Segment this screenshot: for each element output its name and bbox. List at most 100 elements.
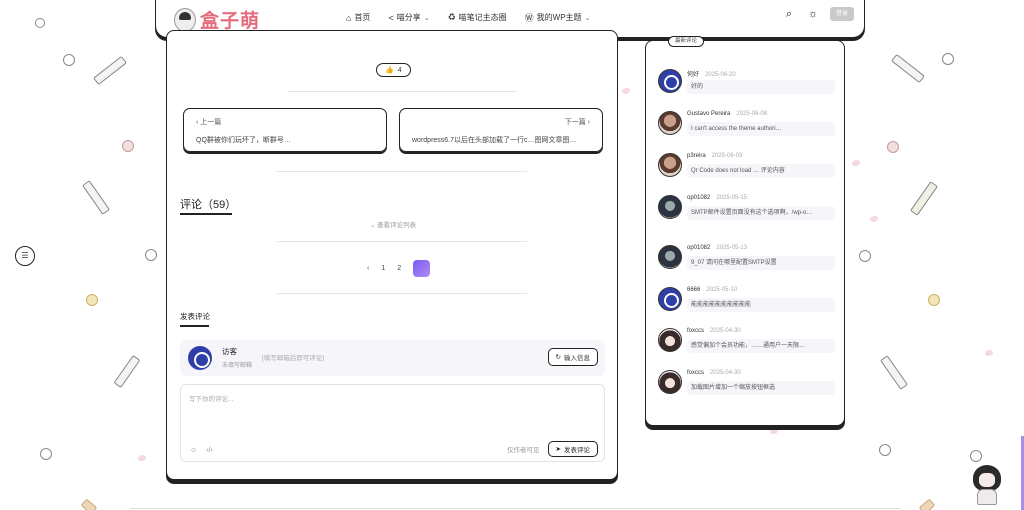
theme-toggle-icon[interactable]: ☼ (806, 7, 820, 21)
submit-comment-button[interactable]: ➤ 发表评论 (547, 441, 598, 457)
decor-circle (122, 140, 134, 152)
comment-text: SMTP邮件设置页面没有这个选项啊，/wp-o… (687, 206, 835, 220)
chevron-down-icon: ⌄ (423, 14, 430, 22)
code-icon[interactable]: ‹/› (206, 447, 213, 454)
comment-author: foxccs (687, 328, 705, 334)
next-post-link[interactable]: 下一篇 › wordpress6.7以后在头部加载了一行c…图网文章图… (399, 108, 603, 152)
comment-author: op01082 (687, 195, 711, 201)
decor-circle (859, 250, 871, 262)
mascot-face (979, 473, 995, 487)
decor-petal (138, 455, 146, 461)
nav-label: 喵笔记主态圈 (458, 13, 507, 22)
recent-comment[interactable]: p3reira 2025-06-03 Qr Code does not load … (658, 153, 838, 189)
comment-date: 2025-05-15 (716, 195, 748, 201)
pagination: ‹ 1 2 (367, 260, 431, 277)
decor-petal (622, 88, 630, 94)
nav-item-notes[interactable]: ♻ 喵笔记主态圈 (448, 11, 507, 24)
nav-label: 首页 (354, 13, 371, 22)
decor-circle (86, 294, 98, 306)
mascot-body (977, 489, 997, 505)
thumbs-up-icon: 👍 (385, 67, 394, 74)
decor-circle (942, 53, 954, 65)
article-card: 👍 4 ‹ 上一篇 QQ群被你们玩坏了，断群号… 下一篇 › wordpress… (166, 30, 618, 480)
fill-info-label: 输入信息 (564, 355, 590, 362)
chevron-right-icon: › (585, 119, 590, 126)
comment-text: 感觉偏加个会员功能，……通用户一天限… (687, 339, 835, 353)
decor-bar (909, 181, 939, 216)
chevron-down-icon: ⌄ (584, 14, 591, 22)
mascot-logo-icon (174, 7, 196, 32)
like-button[interactable]: 👍 4 (376, 63, 411, 77)
recent-comment[interactable]: op01082 2025-05-13 9_07 请问在哪里配置SMTP设置 (658, 245, 838, 281)
recent-comment[interactable]: 何好 2025-06-20 好的 (658, 69, 838, 105)
nav-item-wp-themes[interactable]: Ⓦ 我的WP主题 ⌄ (525, 11, 591, 24)
page-link[interactable]: 2 (397, 265, 401, 272)
comment-author: 何好 (687, 72, 700, 78)
recent-comment[interactable]: 6666 2025-05-10 能能能能能能能能能能 (658, 287, 838, 323)
emoji-icon[interactable]: ☺ (190, 447, 197, 454)
home-icon: ⌂ (346, 12, 352, 23)
view-list-label: 查看评论列表 (377, 222, 417, 229)
decor-petal (852, 160, 860, 166)
comment-date: 2025-04-30 (710, 370, 741, 376)
widget-title: 最新评论 (668, 36, 705, 47)
comment-textarea[interactable]: 写下你的评论... ☺ ‹/› 仅作者可见 ➤ 发表评论 (180, 384, 605, 462)
write-comment-title: 发表评论 (180, 312, 210, 321)
avatar (658, 328, 682, 352)
toc-button[interactable]: ☰ (15, 246, 35, 266)
decor-bar (891, 53, 925, 84)
page-link[interactable]: 1 (381, 265, 385, 272)
logo-text: 盒子萌 (200, 11, 261, 32)
prev-page-icon[interactable]: ‹ (367, 265, 369, 272)
title-underline (180, 325, 209, 327)
submit-label: 发表评论 (564, 447, 590, 454)
prev-label: 上一篇 (200, 119, 222, 126)
visitor-info: 访客 未填写邮箱 [填写邮箱后即可评论] ↻ 输入信息 (180, 340, 605, 376)
visitor-email-status: 未填写邮箱 (222, 363, 253, 369)
prev-post-link[interactable]: ‹ 上一篇 QQ群被你们玩坏了，断群号… (183, 108, 387, 152)
private-toggle[interactable]: 仅作者可见 (507, 444, 540, 454)
visitor-hint: [填写邮箱后即可评论] (262, 355, 325, 362)
avatar (658, 370, 682, 394)
decor-circle (970, 450, 982, 462)
nav-item-home[interactable]: ⌂ 首页 (346, 11, 370, 24)
comment-date: 2025-05-10 (706, 287, 738, 293)
nav-label: 我的WP主题 (536, 13, 582, 22)
comment-author: foxccs (687, 370, 705, 376)
comment-author: p3reira (687, 153, 706, 159)
refresh-icon: ↻ (555, 354, 561, 361)
decor-bar (879, 355, 909, 390)
site-logo[interactable]: 盒子萌 (174, 6, 260, 33)
view-comment-list[interactable]: ⌄ 查看评论列表 (167, 219, 619, 229)
decor-petal (985, 350, 993, 356)
recent-comment[interactable]: foxccs 2025-04-30 感觉偏加个会员功能，……通用户一天限… (658, 328, 838, 364)
avatar (658, 195, 682, 219)
next-post-title: wordpress6.7以后在头部加载了一行c…图网文章图… (412, 137, 577, 144)
recycle-icon: ♻ (447, 12, 456, 22)
decor-petal (870, 216, 878, 222)
current-page-indicator[interactable] (413, 260, 431, 277)
recent-comment[interactable]: foxccs 2025-04-30 加载图片增加一个缩放按钮框选 (658, 370, 838, 406)
login-button[interactable]: 登录 (829, 7, 854, 21)
avatar (658, 245, 682, 269)
next-label: 下一篇 (564, 119, 586, 126)
comment-date: 2025-04-30 (710, 328, 741, 334)
mascot-widget[interactable] (970, 463, 1004, 505)
decor-circle (887, 141, 899, 153)
comment-text: I can't access the theme authori… (687, 122, 835, 136)
comment-text: 加载图片增加一个缩放按钮框选 (687, 381, 835, 395)
nav-item-share[interactable]: < 喵分享 ⌄ (388, 11, 429, 24)
like-count: 4 (397, 66, 402, 74)
recent-comment[interactable]: Gustavo Pereira 2025-06-08 I can't access… (658, 111, 838, 147)
comment-date: 2025-05-13 (716, 245, 748, 251)
decor-petal (770, 428, 778, 434)
search-icon[interactable]: ⌕ (782, 7, 796, 21)
recent-comment[interactable]: op01082 2025-05-15 SMTP邮件设置页面没有这个选项啊，/wp-… (658, 195, 838, 231)
comment-author: op01082 (687, 245, 711, 251)
comment-author: 6666 (687, 287, 701, 293)
decor-circle (40, 448, 52, 460)
comment-text: Qr Code does not load … 评论内容 (687, 164, 835, 178)
share-icon: < (388, 12, 394, 23)
prev-post-title: QQ群被你们玩坏了，断群号… (196, 137, 291, 144)
fill-info-button[interactable]: ↻ 输入信息 (547, 348, 598, 366)
